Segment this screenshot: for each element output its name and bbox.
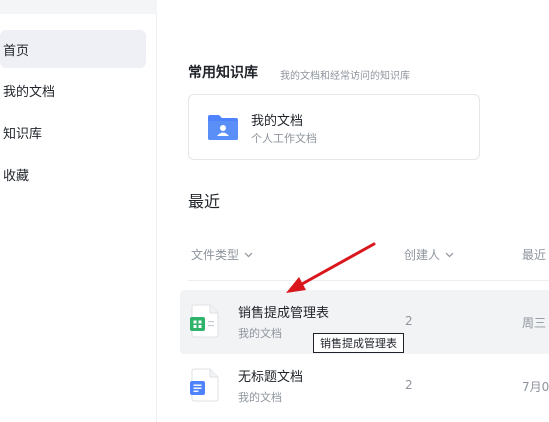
kb-card-desc: 个人工作文档 xyxy=(251,132,317,145)
file-name: 销售提成管理表 xyxy=(238,306,330,321)
file-name-tooltip: 销售提成管理表 xyxy=(313,333,404,353)
file-recent-time: 7月0 xyxy=(522,380,549,394)
file-creator: 2 xyxy=(405,314,413,328)
column-label: 文件类型 xyxy=(191,248,240,262)
frequent-kb-title: 常用知识库 xyxy=(188,65,258,81)
file-name: 无标题文档 xyxy=(238,370,304,385)
sidebar-top-area xyxy=(0,0,157,14)
column-label: 创建人 xyxy=(404,248,441,262)
file-location: 我的文档 xyxy=(238,327,282,340)
filter-file-type[interactable]: 文件类型 xyxy=(191,246,253,263)
folder-icon xyxy=(208,115,238,140)
sidebar-item-home[interactable]: 首页 xyxy=(0,30,146,68)
file-location: 我的文档 xyxy=(238,391,282,404)
column-recent[interactable]: 最近 xyxy=(522,246,546,263)
recent-title: 最近 xyxy=(188,192,221,211)
kb-card-my-docs[interactable]: 我的文档 个人工作文档 xyxy=(188,94,480,160)
header-divider xyxy=(188,280,549,281)
sidebar-item-label: 首页 xyxy=(3,43,30,59)
filter-creator[interactable]: 创建人 xyxy=(404,246,454,263)
kb-card-name: 我的文档 xyxy=(251,114,304,129)
app-window: 首页 我的文档 知识库 收藏 常用知识库 我的文档和经常访问的知识库 我的文档 … xyxy=(0,0,549,422)
sidebar-item-favorites[interactable]: 收藏 xyxy=(0,155,146,193)
sidebar-item-label: 我的文档 xyxy=(3,84,56,100)
sidebar-item-label: 收藏 xyxy=(3,168,30,184)
sidebar-item-my-docs[interactable]: 我的文档 xyxy=(0,71,146,109)
column-label: 最近 xyxy=(522,248,547,262)
file-creator: 2 xyxy=(405,378,413,392)
sidebar-item-label: 知识库 xyxy=(3,126,43,142)
file-recent-time: 周三 xyxy=(522,316,547,330)
document-icon xyxy=(190,368,219,402)
sidebar-item-knowledge-base[interactable]: 知识库 xyxy=(0,113,146,151)
frequent-kb-subtitle: 我的文档和经常访问的知识库 xyxy=(280,71,410,82)
spreadsheet-icon xyxy=(190,304,219,338)
sidebar: 首页 我的文档 知识库 收藏 xyxy=(0,0,157,422)
chevron-down-icon xyxy=(445,252,454,257)
chevron-down-icon xyxy=(244,252,253,257)
table-row[interactable]: 无标题文档 我的文档 2 7月0 xyxy=(180,354,549,418)
